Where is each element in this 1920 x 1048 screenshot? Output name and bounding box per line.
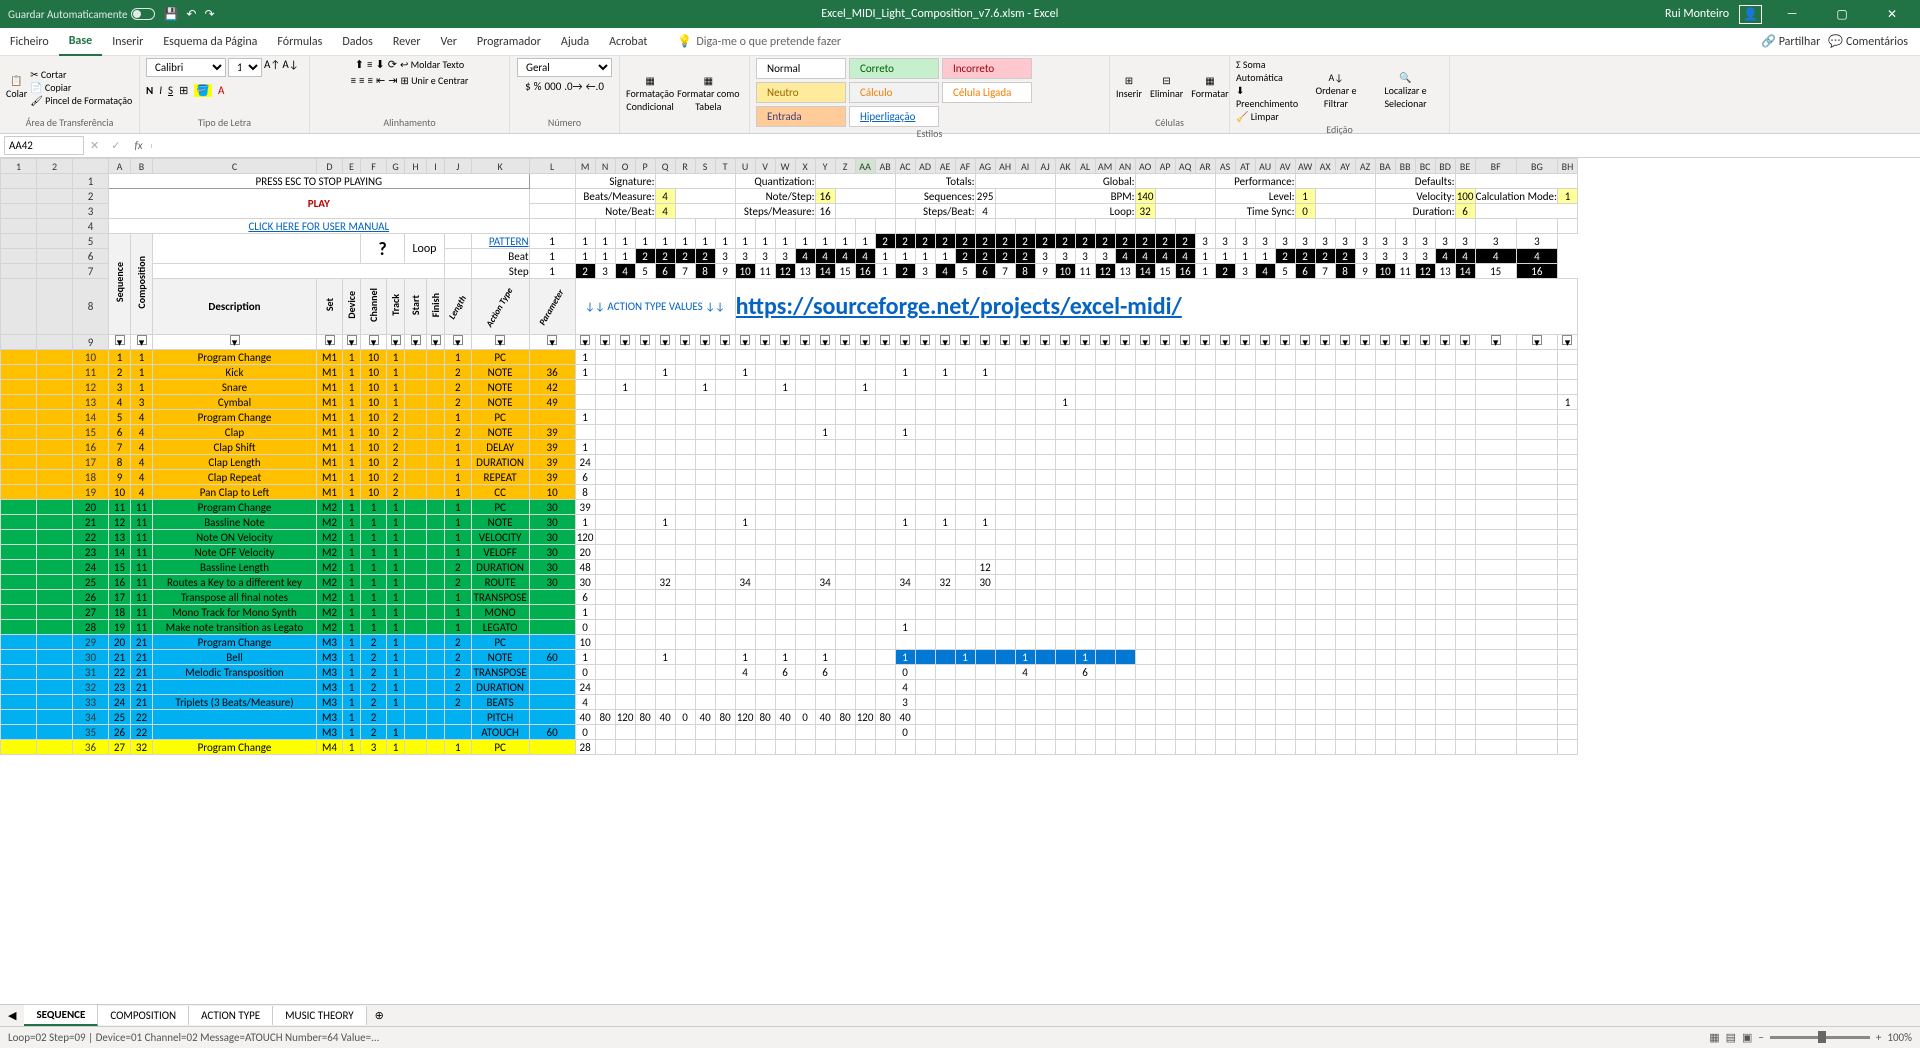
font-name[interactable]: Calibri <box>146 58 226 77</box>
tab-formulas[interactable]: Fórmulas <box>267 29 332 55</box>
copy-button[interactable]: 📄 Copiar <box>30 81 132 94</box>
align-bot-icon[interactable]: ⬇ <box>376 58 385 71</box>
style-calculo[interactable]: Cálculo <box>849 82 939 103</box>
view-layout-icon[interactable]: ▤ <box>1726 1031 1736 1044</box>
increase-font-icon[interactable]: A↑ <box>264 58 280 77</box>
autosave-toggle[interactable]: Guardar Automaticamente <box>8 8 155 21</box>
tab-ver[interactable]: Ver <box>431 29 467 55</box>
cut-button[interactable]: ✂ Cortar <box>30 68 132 81</box>
decrease-font-icon[interactable]: A↓ <box>282 58 298 77</box>
style-entrada[interactable]: Entrada <box>756 106 846 127</box>
zoom-slider[interactable] <box>1770 1036 1870 1039</box>
titlebar: Guardar Automaticamente 💾 ↶ ↷ Excel_MIDI… <box>0 0 1920 28</box>
lightbulb-icon: 💡 <box>677 34 692 49</box>
name-box[interactable] <box>4 136 84 155</box>
style-neutro[interactable]: Neutro <box>756 82 846 103</box>
close-icon[interactable]: ✕ <box>1872 0 1912 28</box>
align-left-icon[interactable]: ≡ <box>351 74 356 87</box>
delete-cells-button[interactable]: ⊟Eliminar <box>1150 74 1183 100</box>
view-normal-icon[interactable]: ▦ <box>1709 1031 1719 1044</box>
new-sheet-icon[interactable]: ⊕ <box>367 1009 392 1022</box>
style-correto[interactable]: Correto <box>849 58 939 79</box>
font-color-button[interactable]: A <box>218 84 224 97</box>
insert-cells-button[interactable]: ⊞Inserir <box>1116 74 1142 100</box>
share-button[interactable]: 🔗 Partilhar <box>1761 34 1820 49</box>
align-top-icon[interactable]: ⬆ <box>355 58 364 71</box>
tab-rever[interactable]: Rever <box>383 29 431 55</box>
percent-icon[interactable]: % <box>534 80 542 93</box>
underline-button[interactable]: S <box>168 84 173 97</box>
zoom-in-icon[interactable]: + <box>1876 1031 1881 1044</box>
style-ligada[interactable]: Célula Ligada <box>942 82 1032 103</box>
view-break-icon[interactable]: ▣ <box>1742 1031 1752 1044</box>
tab-ficheiro[interactable]: Ficheiro <box>0 29 59 55</box>
sheet-tab-composition[interactable]: COMPOSITION <box>98 1006 189 1025</box>
tell-me-search[interactable]: 💡Diga-me o que pretende fazer <box>677 34 841 49</box>
indent-dec-icon[interactable]: ⇤ <box>376 74 385 87</box>
tab-dados[interactable]: Dados <box>332 29 382 55</box>
undo-icon[interactable]: ↶ <box>186 7 196 22</box>
sort-filter-button[interactable]: A↓Ordenar e Filtrar <box>1307 71 1365 110</box>
sheet-tab-sequence[interactable]: SEQUENCE <box>24 1005 98 1026</box>
tab-nav-first-icon[interactable]: ◀ <box>0 1009 24 1022</box>
align-right-icon[interactable]: ≡ <box>368 74 373 87</box>
menubar: Ficheiro Base Inserir Esquema da Página … <box>0 28 1920 56</box>
paste-button[interactable]: 📋Colar <box>6 74 27 100</box>
find-select-button[interactable]: 🔍Localizar e Selecionar <box>1368 71 1443 110</box>
align-mid-icon[interactable]: ≡ <box>367 58 372 71</box>
confirm-formula-icon[interactable]: ✓ <box>105 139 126 152</box>
autosum-button[interactable]: Σ Soma Automática <box>1236 58 1304 84</box>
fill-color-button[interactable]: 🪣 <box>194 84 212 97</box>
tab-ajuda[interactable]: Ajuda <box>551 29 599 55</box>
status-text: Loop=02 Step=09 | Device=01 Channel=02 M… <box>8 1031 379 1044</box>
format-table-button[interactable]: ▦Formatar comoTabela <box>677 74 739 113</box>
currency-icon[interactable]: $ <box>525 80 531 93</box>
format-painter-button[interactable]: 🖌 Pincel de Formatação <box>30 94 132 107</box>
bold-button[interactable]: N <box>146 84 153 97</box>
window-title: Excel_MIDI_Light_Composition_v7.6.xlsm -… <box>215 7 1666 21</box>
sheet-tab-actiontype[interactable]: ACTION TYPE <box>189 1006 273 1025</box>
number-format[interactable]: Geral <box>517 58 612 77</box>
maximize-icon[interactable]: ▢ <box>1822 0 1862 28</box>
fill-button[interactable]: ⬇ Preenchimento <box>1236 84 1304 110</box>
wrap-text-button[interactable]: ↩ Moldar Texto <box>400 58 464 71</box>
style-incorreto[interactable]: Incorreto <box>942 58 1032 79</box>
cancel-formula-icon[interactable]: ✕ <box>84 139 105 152</box>
zoom-value[interactable]: 100% <box>1887 1031 1912 1044</box>
align-center-icon[interactable]: ≡ <box>359 74 364 87</box>
sheet-tabs: ◀ SEQUENCE COMPOSITION ACTION TYPE MUSIC… <box>0 1004 1920 1026</box>
comments-button[interactable]: 💬 Comentários <box>1828 34 1908 49</box>
statusbar: Loop=02 Step=09 | Device=01 Channel=02 M… <box>0 1026 1920 1048</box>
tab-programador[interactable]: Programador <box>467 29 551 55</box>
grid[interactable]: 12ABCDEFGHIJKLMNOPQRSTUVWXYZAAABACADAEAF… <box>0 158 1920 908</box>
italic-button[interactable]: I <box>159 84 162 97</box>
tab-acrobat[interactable]: Acrobat <box>599 29 657 55</box>
ribbon: 📋Colar ✂ Cortar 📄 Copiar 🖌 Pincel de For… <box>0 56 1920 134</box>
dec-dec-icon[interactable]: ←.0 <box>586 80 604 93</box>
formula-input[interactable] <box>151 144 1920 148</box>
zoom-out-icon[interactable]: − <box>1758 1031 1763 1044</box>
user-avatar-icon[interactable]: 👤 <box>1739 5 1762 24</box>
style-hiper[interactable]: Hiperligação <box>849 106 939 127</box>
dec-inc-icon[interactable]: .0→ <box>564 80 582 93</box>
user-name[interactable]: Rui Monteiro <box>1665 7 1729 21</box>
orientation-icon[interactable]: ⟳ <box>388 58 397 71</box>
fx-icon[interactable]: fx <box>126 139 150 152</box>
tab-base[interactable]: Base <box>59 28 102 56</box>
save-icon[interactable]: 💾 <box>163 7 178 22</box>
tab-esquema[interactable]: Esquema da Página <box>153 29 267 55</box>
redo-icon[interactable]: ↷ <box>204 7 214 22</box>
cond-format-button[interactable]: ▦FormataçãoCondicional <box>626 74 674 113</box>
tab-inserir[interactable]: Inserir <box>102 29 153 55</box>
comma-icon[interactable]: 000 <box>545 80 562 93</box>
format-cells-button[interactable]: ▦Formatar <box>1191 74 1228 100</box>
indent-inc-icon[interactable]: ⇥ <box>388 74 397 87</box>
border-button[interactable]: ⊞ <box>179 84 188 97</box>
minimize-icon[interactable]: — <box>1772 0 1812 28</box>
merge-button[interactable]: ⊞ Unir e Centrar <box>400 74 468 87</box>
style-normal[interactable]: Normal <box>756 58 846 79</box>
sheet-tab-musictheory[interactable]: MUSIC THEORY <box>273 1006 367 1025</box>
font-size[interactable]: 11 <box>228 58 262 77</box>
clear-button[interactable]: 🧹 Limpar <box>1236 110 1304 123</box>
